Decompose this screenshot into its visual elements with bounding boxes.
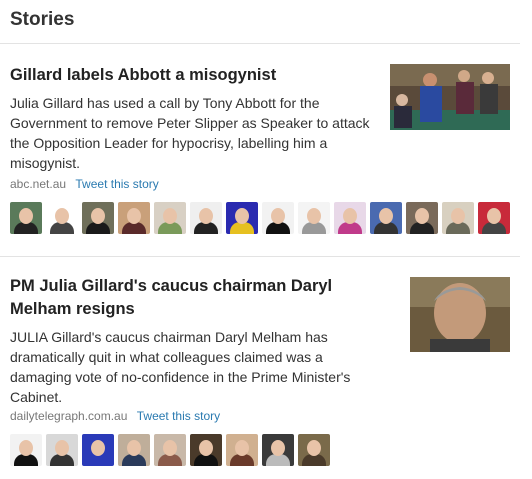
avatar-head	[163, 440, 177, 456]
sharer-avatar[interactable]	[226, 434, 258, 466]
avatar-head	[271, 440, 285, 456]
sharer-avatar[interactable]	[478, 202, 510, 234]
sharer-avatar[interactable]	[370, 202, 402, 234]
avatar-head	[163, 208, 177, 224]
story-source[interactable]: dailytelegraph.com.au	[10, 409, 127, 423]
avatar-head	[451, 208, 465, 224]
sharer-avatar[interactable]	[226, 202, 258, 234]
section-title: Stories	[10, 9, 75, 30]
avatar-head	[235, 440, 249, 456]
avatar-head	[127, 440, 141, 456]
stories-header: Stories	[0, 0, 520, 44]
sharer-avatar[interactable]	[10, 434, 42, 466]
story-thumbnail[interactable]	[390, 64, 510, 130]
story-thumbnail[interactable]	[410, 277, 510, 352]
sharer-avatar[interactable]	[442, 202, 474, 234]
avatar-head	[199, 440, 213, 456]
sharer-avatar[interactable]	[190, 434, 222, 466]
sharer-avatar[interactable]	[46, 202, 78, 234]
avatar-head	[307, 208, 321, 224]
avatar-head	[235, 208, 249, 224]
sharer-avatar[interactable]	[82, 434, 114, 466]
avatar-head	[379, 208, 393, 224]
avatar-head	[19, 208, 33, 224]
sharer-avatar[interactable]	[46, 434, 78, 466]
story-summary: JULIA Gillard's caucus chairman Daryl Me…	[10, 329, 351, 405]
sharer-avatar[interactable]	[10, 202, 42, 234]
sharer-avatars	[10, 202, 510, 234]
sharer-avatar[interactable]	[82, 202, 114, 234]
avatar-head	[91, 208, 105, 224]
sharer-avatar[interactable]	[118, 434, 150, 466]
tweet-story-link[interactable]: Tweet this story	[75, 177, 158, 191]
sharer-avatars	[10, 434, 330, 466]
avatar-head	[307, 440, 321, 456]
avatar-head	[487, 208, 501, 224]
story-source[interactable]: abc.net.au	[10, 177, 66, 191]
avatar-head	[199, 208, 213, 224]
sharer-avatar[interactable]	[154, 202, 186, 234]
story-card: Gillard labels Abbott a misogynist Julia…	[0, 44, 520, 257]
avatar-head	[91, 440, 105, 456]
avatar-head	[343, 208, 357, 224]
sharer-avatar[interactable]	[118, 202, 150, 234]
sharer-avatar[interactable]	[262, 202, 294, 234]
avatar-head	[55, 208, 69, 224]
avatar-head	[55, 440, 69, 456]
story-title-link[interactable]: PM Julia Gillard's caucus chairman Daryl…	[10, 275, 370, 321]
sharer-avatar[interactable]	[154, 434, 186, 466]
story-meta: dailytelegraph.com.au Tweet this story	[10, 409, 220, 423]
story-summary: Julia Gillard has used a call by Tony Ab…	[10, 95, 370, 171]
avatar-head	[19, 440, 33, 456]
tweet-story-link[interactable]: Tweet this story	[137, 409, 220, 423]
sharer-avatar[interactable]	[262, 434, 294, 466]
story-title-link[interactable]: Gillard labels Abbott a misogynist	[10, 64, 370, 87]
sharer-avatar[interactable]	[406, 202, 438, 234]
avatar-head	[415, 208, 429, 224]
sharer-avatar[interactable]	[298, 202, 330, 234]
sharer-avatar[interactable]	[298, 434, 330, 466]
sharer-avatar[interactable]	[334, 202, 366, 234]
avatar-head	[127, 208, 141, 224]
story-card: PM Julia Gillard's caucus chairman Daryl…	[0, 257, 520, 479]
story-meta: abc.net.au Tweet this story	[10, 177, 159, 191]
sharer-avatar[interactable]	[190, 202, 222, 234]
avatar-head	[271, 208, 285, 224]
